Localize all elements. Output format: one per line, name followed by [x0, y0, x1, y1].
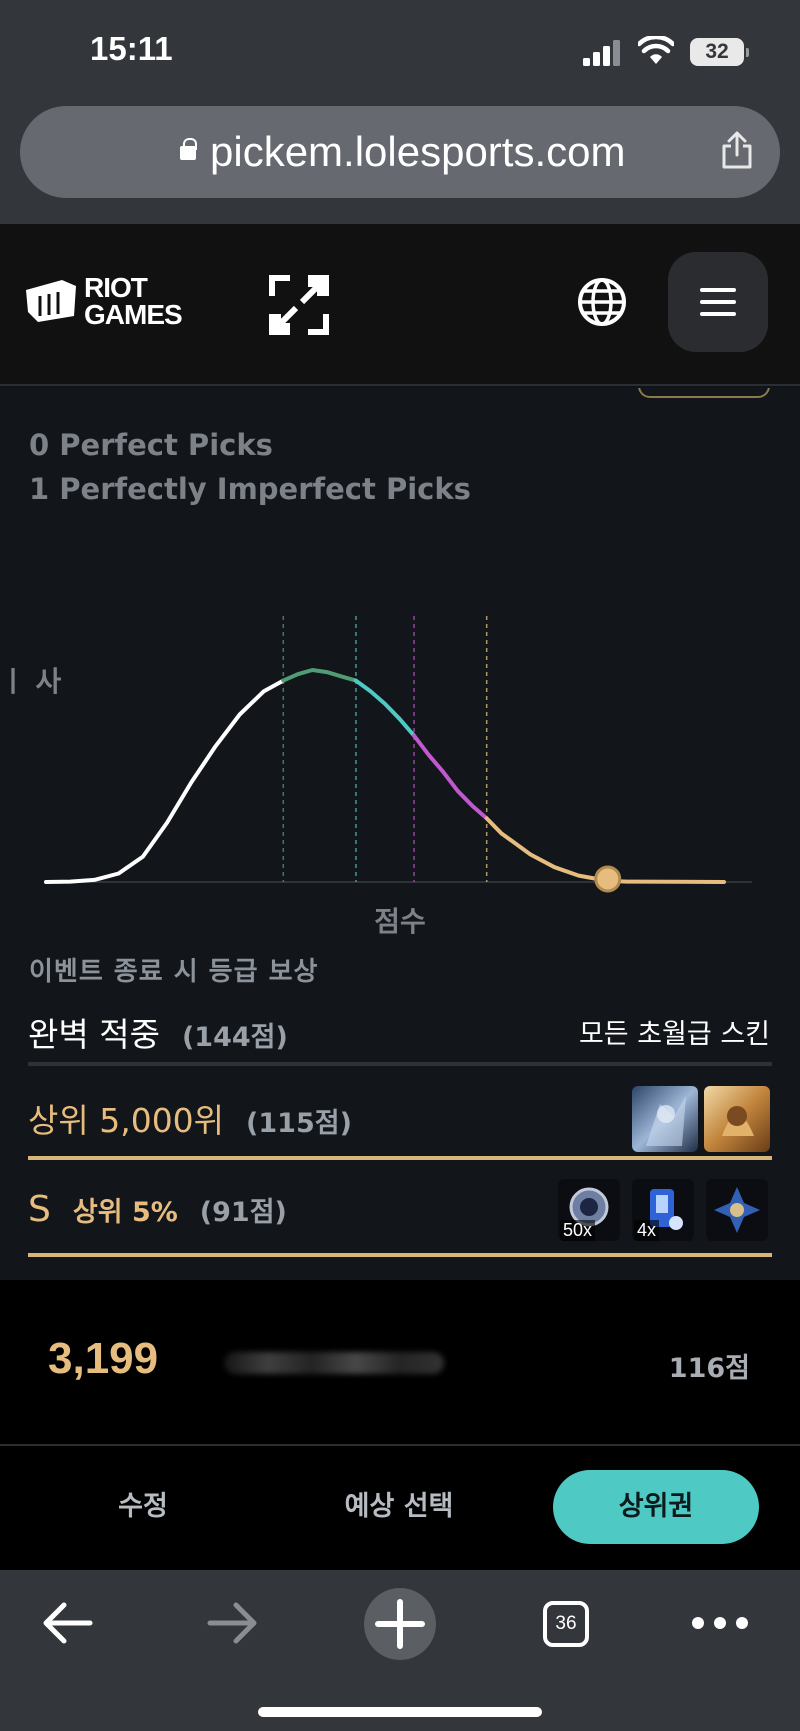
distribution-curve-segment: [412, 733, 489, 821]
grade-letter: S: [28, 1189, 51, 1230]
reward-points: (144점): [181, 1022, 288, 1053]
plus-icon: [375, 1599, 425, 1649]
status-bar: 15:11 32: [0, 0, 800, 100]
riot-games-logo[interactable]: RIOT GAMES: [24, 272, 183, 330]
icon-reward-icon[interactable]: [706, 1179, 768, 1241]
riot-fist-icon: [26, 280, 76, 322]
cellular-signal-icon: [583, 40, 620, 66]
reward-label: 상위 5,000위: [28, 1101, 225, 1140]
url-text: pickem.lolesports.com: [210, 128, 626, 175]
emote-reward-icon[interactable]: 50x: [558, 1179, 620, 1241]
skin-reward-icon[interactable]: [704, 1086, 770, 1152]
y-axis-label: ㅣ 사: [0, 665, 62, 698]
imperfect-picks-count: 1 Perfectly Imperfect Picks: [29, 472, 471, 506]
lock-icon: [180, 138, 197, 160]
more-options-icon[interactable]: [690, 1608, 750, 1638]
edit-button[interactable]: 수정: [40, 1470, 246, 1544]
logo-line-riot: RIOT: [84, 272, 148, 303]
predict-select-button[interactable]: 예상 선택: [296, 1470, 502, 1544]
expand-icon[interactable]: [268, 274, 330, 336]
partial-button-outline[interactable]: [638, 388, 770, 398]
new-tab-button[interactable]: [364, 1588, 436, 1660]
distribution-curve-segment: [353, 678, 417, 738]
reward-points: (91점): [199, 1197, 287, 1228]
score-distribution-chart: 49647691: [44, 616, 752, 893]
site-header: RIOT GAMES: [0, 224, 800, 386]
blurred-username: [224, 1352, 444, 1374]
perfect-picks-count: 0 Perfect Picks: [29, 428, 273, 462]
reward-row-grade-s: S 상위 5% (91점) 50x 4x: [28, 1167, 772, 1257]
reward-row-perfect: 완벽 적중 (144점) 모든 초월급 스킨: [28, 1006, 772, 1066]
x-axis-label: 점수: [374, 905, 426, 938]
logo-line-games: GAMES: [84, 299, 183, 330]
battery-icon: 32: [690, 38, 749, 66]
hamburger-icon: [700, 288, 736, 292]
forward-arrow-icon[interactable]: [206, 1596, 260, 1650]
share-icon[interactable]: [720, 130, 754, 170]
address-bar[interactable]: pickem.lolesports.com: [20, 106, 780, 198]
rewards-title: 이벤트 종료 시 등급 보상: [29, 957, 319, 987]
capsule-reward-icon[interactable]: 4x: [632, 1179, 694, 1241]
skin-reward-icon[interactable]: [632, 1086, 698, 1152]
top-rankings-button[interactable]: 상위권: [553, 1470, 759, 1544]
user-score-marker: [594, 865, 622, 893]
back-arrow-icon[interactable]: [40, 1596, 94, 1650]
menu-button[interactable]: [668, 252, 768, 352]
globe-icon[interactable]: [576, 276, 628, 328]
distribution-curve-segment: [281, 668, 358, 683]
browser-address-area: pickem.lolesports.com: [0, 100, 800, 224]
tab-count-button[interactable]: 36: [543, 1601, 589, 1647]
browser-toolbar: 36: [0, 1570, 800, 1731]
reward-row-top-5000: 상위 5,000위 (115점): [28, 1076, 772, 1160]
bottom-navigation: 수정 예상 선택 상위권: [0, 1446, 800, 1570]
wifi-icon: [638, 36, 674, 64]
reward-description: 모든 초월급 스킨: [578, 1019, 770, 1050]
home-indicator: [258, 1707, 542, 1717]
distribution-curve-segment: [44, 678, 286, 884]
main-content: 0 Perfect Picks 1 Perfectly Imperfect Pi…: [0, 388, 800, 1280]
reward-quantity: 50x: [560, 1220, 596, 1241]
reward-points: (115점): [246, 1108, 352, 1139]
user-rank-bar: 3,199 116점: [0, 1280, 800, 1446]
user-rank: 3,199: [48, 1334, 159, 1383]
reward-quantity: 4x: [634, 1220, 660, 1241]
reward-label: 완벽 적중: [28, 1015, 160, 1054]
status-time: 15:11: [90, 30, 173, 67]
user-score: 116점: [668, 1353, 750, 1384]
reward-label: 상위 5%: [72, 1197, 178, 1228]
